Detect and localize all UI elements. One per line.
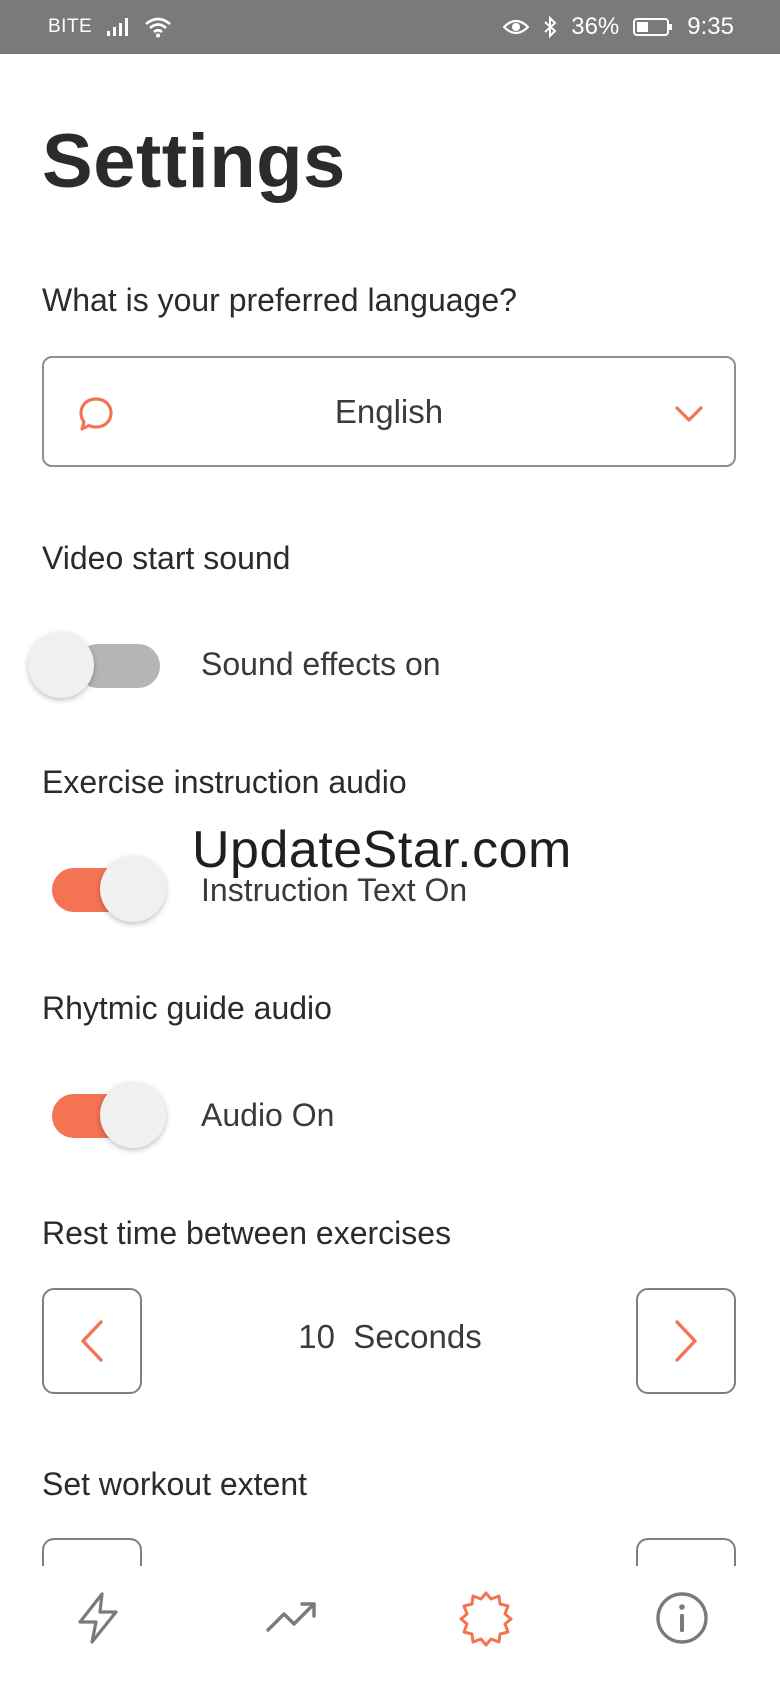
bluetooth-icon <box>544 16 557 38</box>
signal-icon <box>107 18 129 36</box>
rest-time-increase-button[interactable] <box>636 1288 736 1394</box>
watermark: UpdateStar.com <box>192 821 572 879</box>
info-icon <box>656 1592 708 1644</box>
chevron-left-icon <box>81 1320 103 1362</box>
bottom-nav <box>0 1566 780 1690</box>
instruction-audio-toggle[interactable] <box>40 846 166 922</box>
rest-time-label: Rest time between exercises <box>42 1215 452 1251</box>
bolt-icon <box>78 1592 118 1644</box>
nav-info[interactable] <box>652 1588 712 1648</box>
nav-progress[interactable] <box>262 1588 322 1648</box>
gear-icon <box>459 1591 513 1647</box>
battery-icon <box>633 18 673 36</box>
video-sound-text: Sound effects on <box>201 646 441 682</box>
rest-time-value: 10 Seconds <box>298 1318 482 1355</box>
rest-time-decrease-button[interactable] <box>42 1288 142 1394</box>
toggle-knob <box>100 856 166 922</box>
battery-percent: 36% <box>571 13 620 40</box>
nav-settings[interactable] <box>456 1588 516 1648</box>
language-value: English <box>334 392 444 430</box>
rhythmic-audio-text: Audio On <box>201 1097 335 1133</box>
chevron-down-icon <box>675 406 703 422</box>
instruction-audio-label: Exercise instruction audio <box>42 764 407 800</box>
video-sound-toggle[interactable] <box>28 622 160 698</box>
status-left: BITE <box>48 16 172 38</box>
language-select[interactable]: English <box>42 356 736 467</box>
wifi-icon <box>145 17 172 38</box>
status-bar: BITE 36% 9:35 <box>0 0 780 54</box>
rhythmic-audio-label: Rhytmic guide audio <box>42 990 332 1026</box>
toggle-knob <box>28 632 94 698</box>
rhythmic-audio-toggle[interactable] <box>40 1072 166 1148</box>
video-sound-label: Video start sound <box>42 540 291 576</box>
language-label: What is your preferred language? <box>42 282 517 318</box>
nav-workout[interactable] <box>68 1588 128 1648</box>
carrier-label: BITE <box>48 16 93 37</box>
workout-extent-label: Set workout extent <box>42 1466 308 1502</box>
page-title: Settings <box>42 119 346 204</box>
toggle-knob <box>100 1082 166 1148</box>
eye-icon <box>503 19 530 35</box>
chevron-right-icon <box>675 1320 697 1362</box>
status-right: 36% 9:35 <box>503 13 734 41</box>
clock: 9:35 <box>687 13 734 40</box>
chat-bubble-icon <box>79 397 113 431</box>
trend-icon <box>266 1602 316 1632</box>
